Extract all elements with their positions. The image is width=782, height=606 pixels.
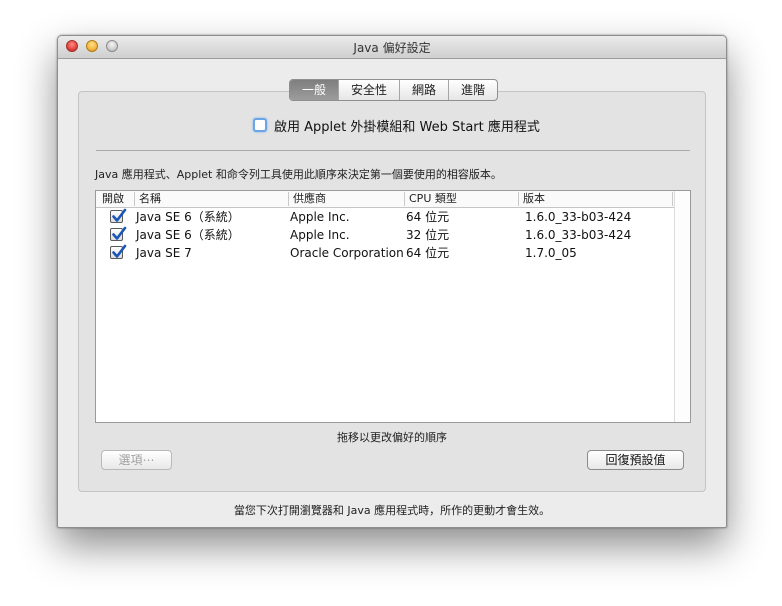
order-description: Java 應用程式、Applet 和命令列工具使用此順序來決定第一個要使用的相容…	[95, 168, 502, 181]
drag-hint: 拖移以更改偏好的順序	[337, 431, 447, 444]
options-button[interactable]: 選項⋯	[101, 450, 172, 470]
column-header-vendor[interactable]: 供應商	[288, 192, 326, 206]
table-header: 開啟 名稱 供應商 CPU 類型 版本	[96, 191, 690, 208]
table-scrollbar[interactable]	[674, 191, 690, 422]
tab-general[interactable]: 一般	[290, 80, 340, 100]
table-row[interactable]: Java SE 7 Oracle Corporation 64 位元 1.7.0…	[96, 244, 674, 262]
restart-note: 當您下次打開瀏覽器和 Java 應用程式時，所作的更動才會生效。	[233, 504, 551, 517]
tab-security[interactable]: 安全性	[339, 80, 401, 100]
column-header-version[interactable]: 版本	[518, 192, 545, 206]
row-enabled-checkbox[interactable]	[110, 226, 127, 241]
row-enabled-checkbox[interactable]	[110, 208, 127, 223]
column-header-name[interactable]: 名稱	[134, 192, 161, 206]
tab-network[interactable]: 網路	[400, 80, 450, 100]
enable-applet-label: 啟用 Applet 外掛模組和 Web Start 應用程式	[274, 119, 540, 135]
row-vendor: Apple Inc.	[290, 228, 350, 242]
row-version: 1.7.0_05	[525, 246, 577, 260]
table-row[interactable]: Java SE 6（系統） Apple Inc. 32 位元 1.6.0_33-…	[96, 226, 674, 244]
window-title: Java 偏好設定	[353, 41, 431, 55]
column-header-enabled[interactable]: 開啟	[98, 192, 124, 206]
row-cpu: 32 位元	[406, 228, 450, 242]
title-bar[interactable]: Java 偏好設定	[58, 36, 726, 59]
enable-applet-checkbox[interactable]	[253, 118, 267, 132]
separator	[96, 150, 690, 151]
row-version: 1.6.0_33-b03-424	[525, 210, 632, 224]
row-name: Java SE 6（系統）	[136, 210, 240, 224]
row-cpu: 64 位元	[406, 210, 450, 224]
row-enabled-checkbox[interactable]	[110, 244, 127, 259]
checkmark-icon	[112, 208, 127, 222]
column-header-cpu[interactable]: CPU 類型	[404, 192, 457, 206]
tab-advanced[interactable]: 進階	[449, 80, 497, 100]
row-version: 1.6.0_33-b03-424	[525, 228, 632, 242]
restore-defaults-button[interactable]: 回復預設值	[587, 450, 684, 470]
row-vendor: Apple Inc.	[290, 210, 350, 224]
tab-bar: 一般 安全性 網路 進階	[289, 79, 499, 101]
row-vendor: Oracle Corporation	[290, 246, 404, 260]
preferences-window: Java 偏好設定 一般 安全性 網路 進階 啟用 Applet 外掛模組和 W…	[57, 35, 727, 528]
enable-applet-option[interactable]: 啟用 Applet 外掛模組和 Web Start 應用程式	[253, 116, 540, 135]
row-cpu: 64 位元	[406, 246, 450, 260]
row-name: Java SE 6（系統）	[136, 228, 240, 242]
jre-table[interactable]: 開啟 名稱 供應商 CPU 類型 版本 Java SE 6（系統） Apple …	[95, 190, 691, 423]
checkmark-icon	[112, 244, 127, 258]
table-row[interactable]: Java SE 6（系統） Apple Inc. 64 位元 1.6.0_33-…	[96, 208, 674, 226]
checkmark-icon	[112, 226, 127, 240]
row-name: Java SE 7	[136, 246, 192, 260]
